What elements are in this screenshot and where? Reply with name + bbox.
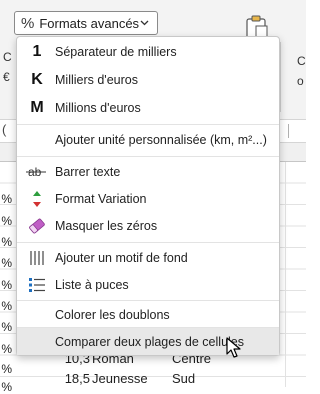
percent-cell[interactable]: % xyxy=(0,278,12,292)
menu-item-label: Comparer deux plages de cellules xyxy=(55,335,244,349)
strikethrough-icon: ab xyxy=(25,158,49,185)
table-row: 18,5 Jeunesse Sud xyxy=(16,369,306,389)
menu-item-masquer-zeros[interactable]: Masquer les zéros xyxy=(17,212,279,239)
percent-cell[interactable]: % xyxy=(0,362,12,376)
genre-cell[interactable]: Jeunesse xyxy=(92,371,148,386)
percent-icon: % xyxy=(21,14,35,32)
menu-item-label: Masquer les zéros xyxy=(55,219,158,233)
menu-item-label: Format Variation xyxy=(55,192,147,206)
menu-item-format-variation[interactable]: Format Variation xyxy=(17,185,279,212)
ribbon-right-group: C o xyxy=(280,42,307,112)
ribbon-right-letter-1: C xyxy=(297,54,306,68)
menu-item-label: Colorer les doublons xyxy=(55,308,170,322)
ribbon-left-letter-2: € xyxy=(3,70,10,84)
percent-cell[interactable]: % xyxy=(0,192,12,206)
thousands-k-icon: K xyxy=(31,70,43,88)
percent-cell[interactable]: % xyxy=(0,320,12,334)
menu-item-millions-euros[interactable]: M Millions d'euros xyxy=(17,94,279,121)
sheet-left-percent-column: % % % % % % % % % % xyxy=(0,162,14,394)
menu-divider xyxy=(17,242,279,243)
menu-divider xyxy=(17,124,279,125)
percent-cell[interactable]: % xyxy=(0,235,12,249)
percent-cell[interactable]: % xyxy=(0,342,12,356)
mouse-cursor-icon xyxy=(226,337,242,359)
percent-cell[interactable]: % xyxy=(0,380,12,394)
menu-item-unite-personnalisee[interactable]: Ajouter unité personnalisée (km, m²...) xyxy=(17,126,279,153)
ribbon-left-letter-1: C xyxy=(3,50,12,64)
menu-item-barrer-texte[interactable]: ab Barrer texte xyxy=(17,158,279,185)
menu-item-label: Milliers d'euros xyxy=(55,73,138,87)
menu-item-label: Millions d'euros xyxy=(55,101,141,115)
menu-item-label: Ajouter un motif de fond xyxy=(55,251,188,265)
formula-bar-prefix: ( xyxy=(2,122,7,137)
menu-item-colorer-doublons[interactable]: Colorer les doublons xyxy=(17,301,279,328)
bullet-list-icon xyxy=(25,271,49,298)
value-cell[interactable]: 18,5 xyxy=(50,371,90,386)
eraser-icon xyxy=(25,212,49,239)
menu-item-label: Barrer texte xyxy=(55,165,121,179)
percent-cell[interactable]: % xyxy=(0,256,12,270)
variation-arrows-icon xyxy=(25,185,49,212)
menu-item-label: Liste à puces xyxy=(55,278,129,292)
menu-item-milliers-euros[interactable]: K Milliers d'euros xyxy=(17,66,279,93)
millions-m-icon: M xyxy=(30,98,44,116)
formats-avances-button[interactable]: % Formats avancés xyxy=(14,11,158,35)
ribbon-left-edge: C € xyxy=(0,38,14,118)
formats-avances-label: Formats avancés xyxy=(39,15,140,31)
ribbon-right-letter-2: o xyxy=(297,74,304,88)
percent-cell[interactable]: % xyxy=(0,299,12,313)
formula-bar-separator xyxy=(288,124,289,138)
menu-item-motif-fond[interactable]: Ajouter un motif de fond xyxy=(17,244,279,271)
menu-item-label: Séparateur de milliers xyxy=(55,45,177,59)
menu-divider xyxy=(17,156,279,157)
percent-cell[interactable]: % xyxy=(0,214,12,228)
chevron-down-icon xyxy=(140,18,149,29)
formats-avances-menu: 1 Séparateur de milliers K Milliers d'eu… xyxy=(16,36,280,356)
digit-one-icon: 1 xyxy=(32,42,42,60)
region-cell[interactable]: Sud xyxy=(172,371,195,386)
menu-item-separateur-milliers[interactable]: 1 Séparateur de milliers xyxy=(17,38,279,65)
menu-item-label: Ajouter unité personnalisée (km, m²...) xyxy=(55,133,267,147)
vertical-lines-pattern-icon xyxy=(25,244,49,271)
menu-item-liste-puces[interactable]: Liste à puces xyxy=(17,271,279,298)
